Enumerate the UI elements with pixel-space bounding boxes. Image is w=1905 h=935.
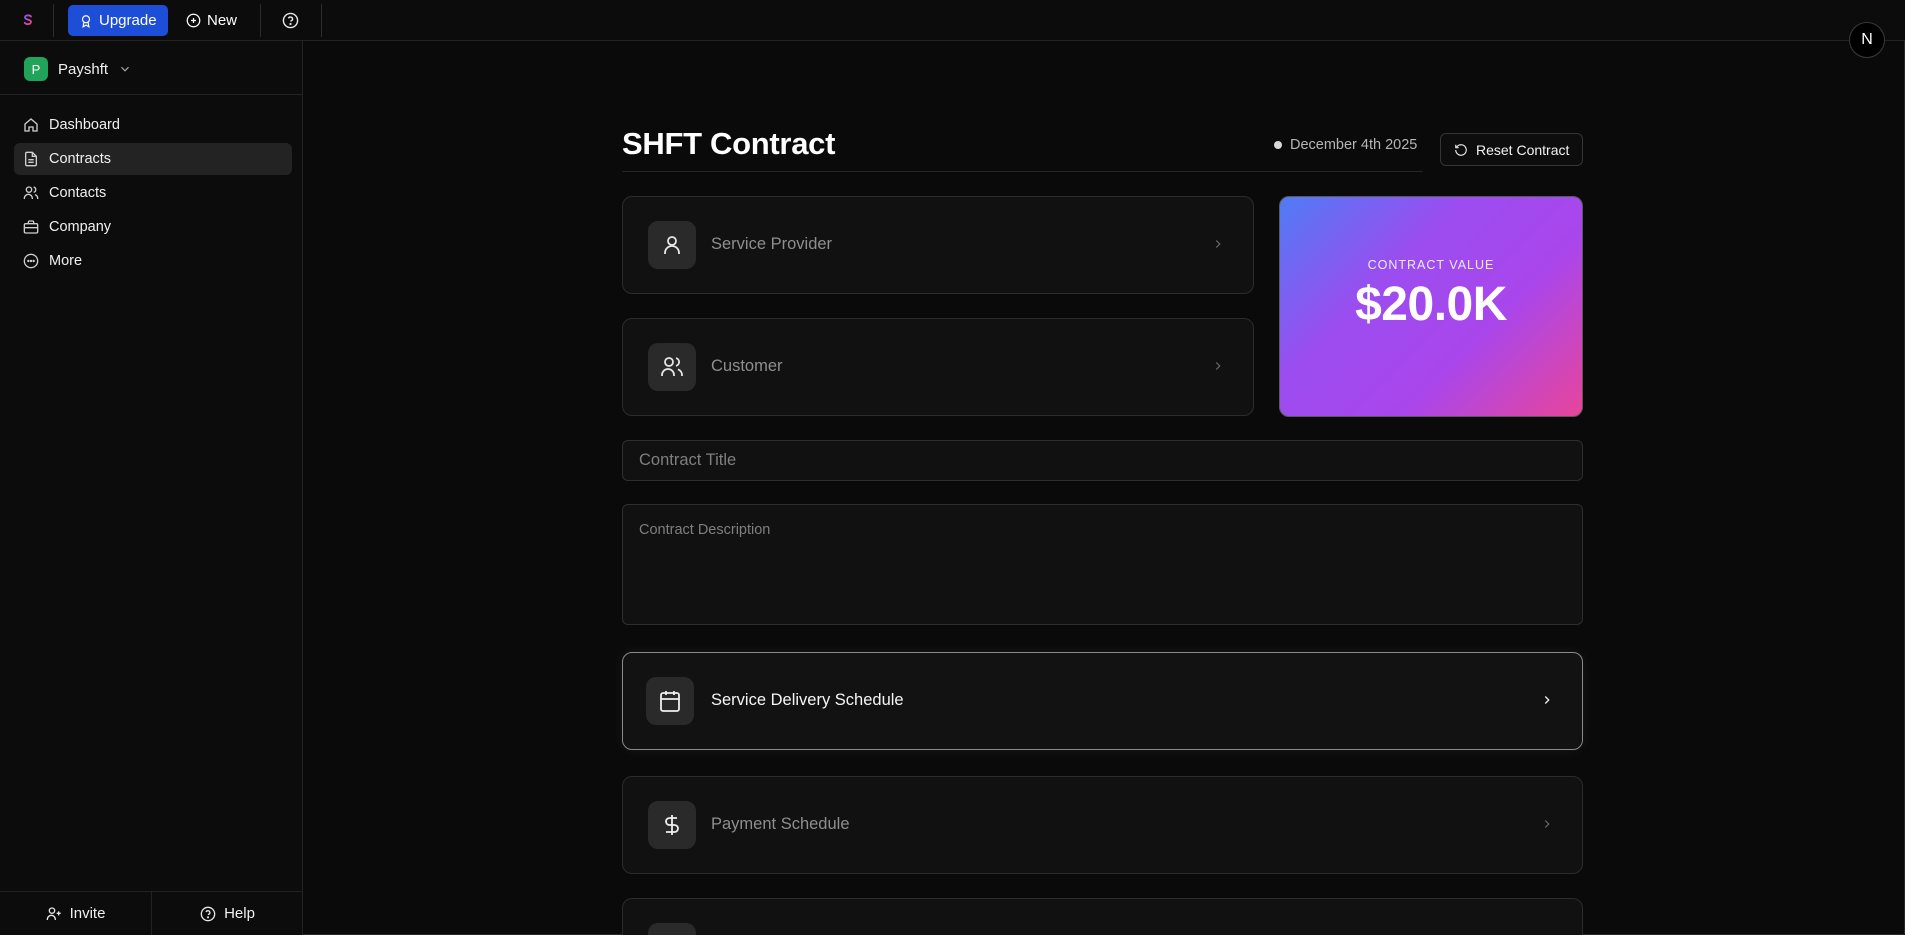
help-button[interactable]: Help [152, 892, 303, 935]
briefcase-icon [23, 220, 39, 234]
more-circle-icon [23, 253, 39, 269]
help-circle-icon [200, 906, 216, 921]
user-initial: N [1861, 31, 1873, 48]
sidebar-item-label: More [49, 253, 83, 269]
sidebar-nav: Dashboard Contracts Contacts Company Mor… [14, 109, 292, 279]
icon-tile [648, 221, 696, 269]
divider [0, 94, 303, 95]
user-avatar[interactable]: N [1849, 22, 1885, 58]
contract-value-label: CONTRACT VALUE [1367, 258, 1495, 272]
sidebar-item-company[interactable]: Company [14, 211, 292, 243]
divider [622, 171, 1423, 172]
contract-date: December 4th 2025 [1274, 137, 1417, 153]
sidebar-item-dashboard[interactable]: Dashboard [14, 109, 292, 141]
users-icon [661, 357, 683, 376]
dollar-icon [665, 815, 679, 835]
award-icon [81, 14, 91, 28]
invite-label: Invite [69, 905, 106, 922]
sidebar-item-label: Company [49, 219, 112, 235]
new-label: New [207, 12, 238, 29]
upgrade-label: Upgrade [99, 12, 157, 29]
workspace-avatar: P [24, 57, 48, 81]
icon-tile [648, 923, 696, 935]
plus-circle-icon [186, 13, 201, 28]
chevron-right-icon [1215, 362, 1221, 370]
divider [321, 4, 322, 37]
date-label: December 4th 2025 [1290, 137, 1418, 153]
contract-value-card: CONTRACT VALUE $20.0K [1279, 196, 1583, 417]
user-icon [664, 236, 680, 254]
rotate-ccw-icon [1455, 143, 1467, 156]
chevron-right-icon [1544, 820, 1550, 828]
reset-label: Reset Contract [1476, 141, 1570, 158]
sidebar-footer: Invite Help [0, 891, 303, 935]
service-provider-label: Service Provider [711, 235, 833, 253]
page-title: SHFT Contract [622, 126, 836, 161]
workspace-switcher[interactable]: P Payshft [24, 57, 132, 81]
user-plus-icon [46, 906, 61, 920]
new-button[interactable]: New [184, 5, 254, 36]
payment-schedule-card[interactable]: Payment Schedule [622, 776, 1583, 874]
customer-label: Customer [711, 357, 783, 375]
invite-button[interactable]: Invite [0, 892, 152, 935]
document-icon [25, 151, 37, 167]
customer-card[interactable]: Customer [622, 318, 1254, 416]
contract-title-input[interactable] [622, 440, 1583, 481]
contract-description-input[interactable] [622, 504, 1583, 625]
chevron-right-icon [1544, 696, 1550, 704]
home-icon [24, 118, 38, 132]
chevron-down-icon [121, 66, 129, 72]
icon-tile [648, 801, 696, 849]
service-provider-card[interactable]: Service Provider [622, 196, 1254, 294]
divider [260, 4, 261, 37]
top-bar: Upgrade New [0, 0, 1905, 41]
sidebar: P Payshft Dashboard Contracts Contacts C… [0, 41, 303, 935]
sidebar-item-more[interactable]: More [14, 245, 292, 277]
icon-tile [646, 677, 694, 725]
sidebar-item-label: Dashboard [49, 117, 120, 133]
icon-tile [648, 343, 696, 391]
chevron-right-icon [1215, 240, 1221, 248]
service-delivery-label: Service Delivery Schedule [711, 691, 904, 709]
contract-value-amount: $20.0K [1355, 278, 1507, 331]
payment-schedule-label: Payment Schedule [711, 815, 850, 833]
workspace-name: Payshft [58, 60, 109, 78]
reset-contract-button[interactable]: Reset Contract [1440, 133, 1583, 166]
sidebar-item-contacts[interactable]: Contacts [14, 177, 292, 209]
sidebar-item-contracts[interactable]: Contracts [14, 143, 292, 175]
next-section-card[interactable] [622, 898, 1583, 935]
status-dot [1274, 141, 1282, 149]
upgrade-button[interactable]: Upgrade [68, 5, 168, 36]
users-icon [23, 186, 39, 199]
help-label: Help [224, 905, 255, 922]
logo-icon[interactable] [20, 12, 36, 28]
calendar-icon [660, 691, 680, 712]
divider [53, 4, 54, 37]
sidebar-item-label: Contacts [49, 185, 107, 201]
service-delivery-schedule-card[interactable]: Service Delivery Schedule [622, 652, 1583, 750]
help-circle-icon[interactable] [282, 12, 299, 29]
sidebar-item-label: Contracts [49, 151, 112, 167]
